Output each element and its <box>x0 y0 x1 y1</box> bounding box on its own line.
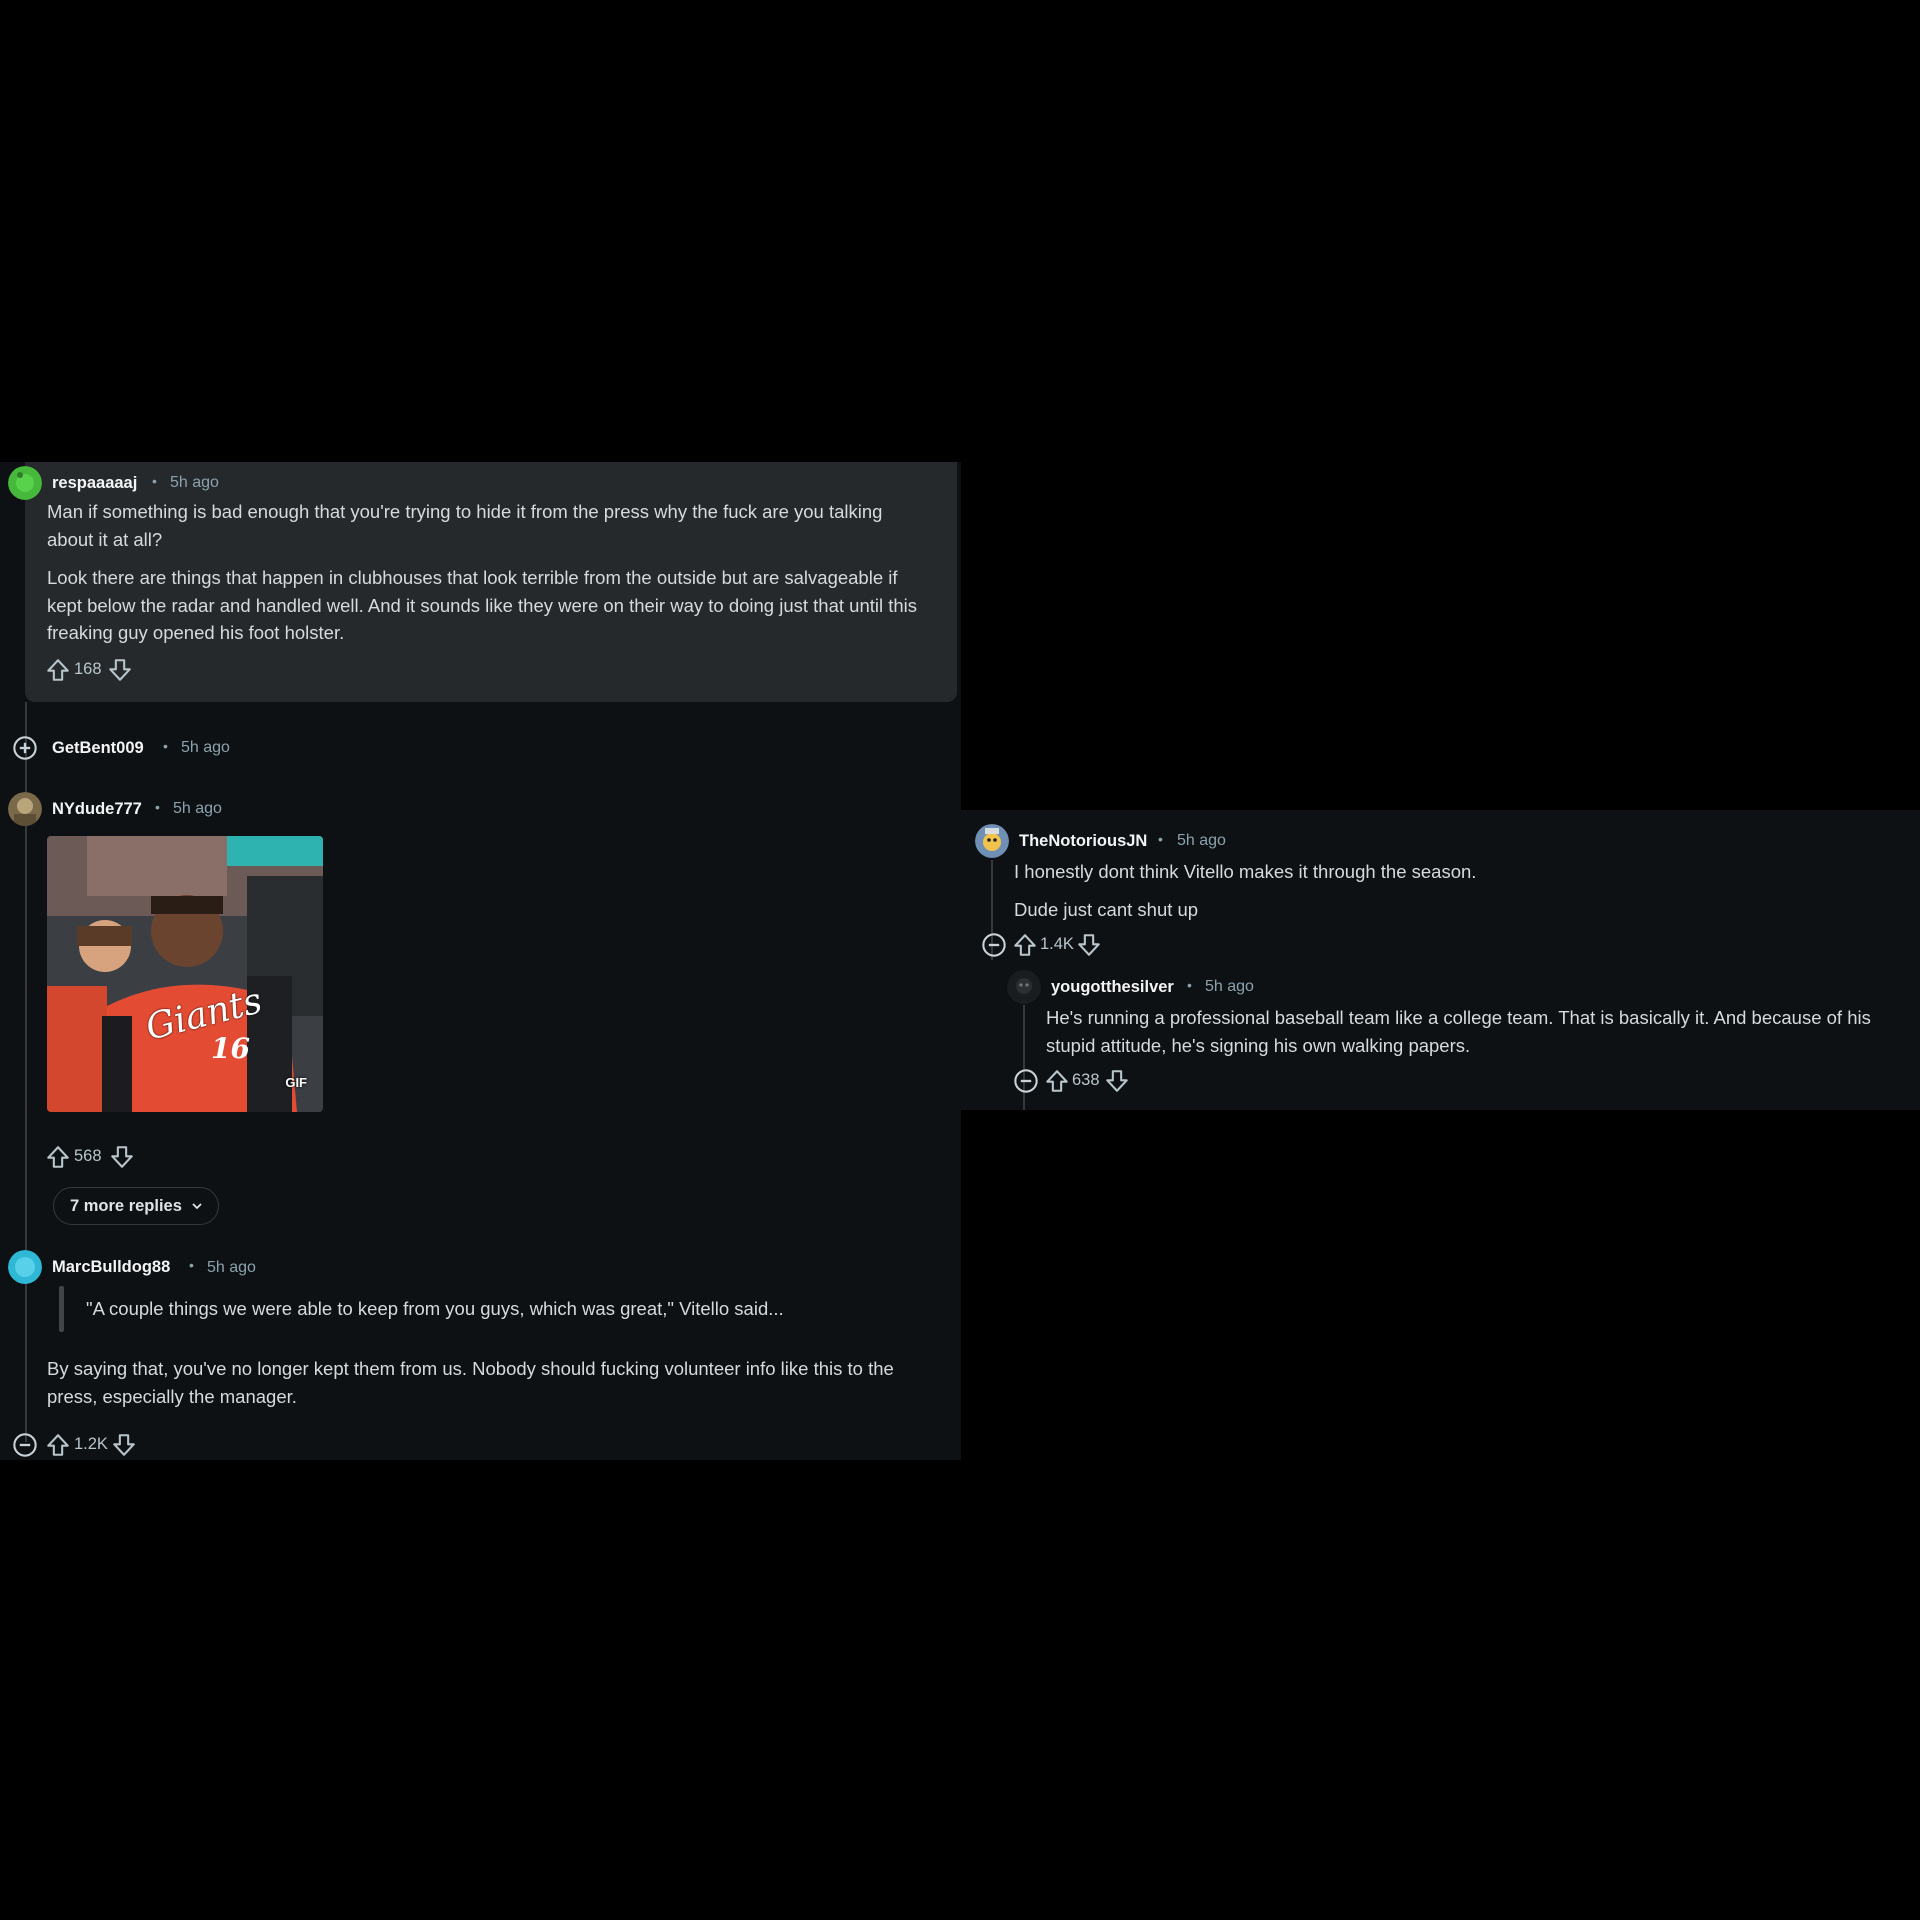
jersey-number: 16 <box>211 1032 250 1065</box>
comment-body: He's running a professional baseball tea… <box>1046 1007 1871 1056</box>
expand-comment-icon[interactable] <box>12 735 38 761</box>
vote-count: 568 <box>74 1147 102 1165</box>
upvote-icon[interactable] <box>45 657 71 683</box>
timestamp: 5h ago <box>207 1259 256 1276</box>
username[interactable]: NYdude777 <box>52 800 142 819</box>
comment-body: By saying that, you've no longer kept th… <box>47 1358 894 1407</box>
vote-count: 1.4K <box>1040 935 1074 953</box>
separator-dot: • <box>1187 977 1192 993</box>
thread-line[interactable] <box>1023 1005 1025 1110</box>
comment-body: I honestly dont think Vitello makes it t… <box>1014 861 1477 882</box>
separator-dot: • <box>1158 831 1163 847</box>
downvote-icon[interactable] <box>1104 1068 1130 1094</box>
timestamp: 5h ago <box>1177 832 1226 849</box>
timestamp: 5h ago <box>170 474 219 491</box>
gif-image[interactable]: Giants 16 GIF <box>47 836 323 1112</box>
blockquote-text: "A couple things we were able to keep fr… <box>86 1298 784 1319</box>
more-replies-button[interactable]: 7 more replies <box>53 1187 219 1225</box>
left-comment-panel: respaaaaaj • 5h ago Man if something is … <box>0 462 961 1460</box>
collapse-comment-icon[interactable] <box>981 932 1007 958</box>
separator-dot: • <box>163 738 168 754</box>
separator-dot: • <box>155 799 160 815</box>
timestamp: 5h ago <box>1205 978 1254 995</box>
upvote-icon[interactable] <box>45 1144 71 1170</box>
gif-badge: GIF <box>285 1075 307 1090</box>
username[interactable]: respaaaaaj <box>52 474 137 493</box>
username[interactable]: MarcBulldog88 <box>52 1258 170 1277</box>
separator-dot: • <box>152 473 157 489</box>
upvote-icon[interactable] <box>1012 932 1038 958</box>
vote-count: 1.2K <box>74 1435 108 1453</box>
collapse-comment-icon[interactable] <box>1013 1068 1039 1094</box>
right-comment-panel: TheNotoriousJN • 5h ago I honestly dont … <box>961 810 1920 1110</box>
username[interactable]: GetBent009 <box>52 739 144 758</box>
avatar[interactable] <box>8 1250 42 1284</box>
vote-count: 168 <box>74 660 102 678</box>
separator-dot: • <box>189 1257 194 1273</box>
vote-count: 638 <box>1072 1071 1100 1089</box>
chevron-down-icon <box>192 1203 202 1210</box>
upvote-icon[interactable] <box>1044 1068 1070 1094</box>
upvote-icon[interactable] <box>45 1432 71 1458</box>
downvote-icon[interactable] <box>111 1432 137 1458</box>
blockquote-bar <box>59 1286 64 1332</box>
comment-body: Man if something is bad enough that you'… <box>47 501 883 550</box>
avatar[interactable] <box>975 824 1009 858</box>
comment-body: Dude just cant shut up <box>1014 899 1199 920</box>
avatar[interactable] <box>1007 970 1041 1004</box>
avatar[interactable] <box>8 466 42 500</box>
username[interactable]: yougotthesilver <box>1051 978 1174 997</box>
more-replies-label: 7 more replies <box>70 1196 182 1215</box>
downvote-icon[interactable] <box>109 1144 135 1170</box>
timestamp: 5h ago <box>173 800 222 817</box>
collapse-comment-icon[interactable] <box>12 1432 38 1458</box>
comment-body: Look there are things that happen in clu… <box>47 567 918 643</box>
username[interactable]: TheNotoriousJN <box>1019 832 1147 851</box>
downvote-icon[interactable] <box>1076 932 1102 958</box>
avatar[interactable] <box>8 792 42 826</box>
downvote-icon[interactable] <box>107 657 133 683</box>
timestamp: 5h ago <box>181 739 230 756</box>
